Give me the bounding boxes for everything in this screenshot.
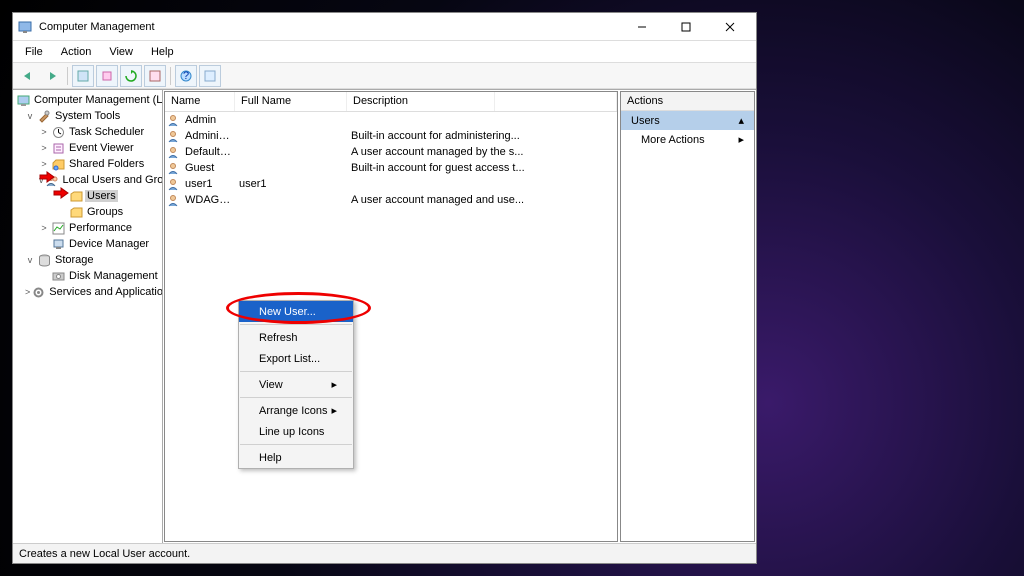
column-description[interactable]: Description bbox=[347, 92, 495, 111]
event-icon bbox=[51, 141, 65, 155]
toolbar-button-2[interactable] bbox=[96, 65, 118, 87]
minimize-button[interactable] bbox=[620, 14, 664, 40]
user-row[interactable]: GuestBuilt-in account for guest access t… bbox=[165, 160, 617, 176]
context-refresh[interactable]: Refresh bbox=[239, 327, 353, 348]
toolbar-button-1[interactable] bbox=[72, 65, 94, 87]
tree-item-services-and-applications[interactable]: >Services and Applications bbox=[13, 284, 162, 300]
refresh-button[interactable] bbox=[120, 65, 142, 87]
user-row[interactable]: AdministratorBuilt-in account for admini… bbox=[165, 128, 617, 144]
tree-item-device-manager[interactable]: Device Manager bbox=[13, 236, 162, 252]
forward-button[interactable] bbox=[41, 65, 63, 87]
toolbar-button-6[interactable] bbox=[199, 65, 221, 87]
menubar: File Action View Help bbox=[13, 41, 756, 63]
perf-icon bbox=[51, 221, 65, 235]
tree-item-groups[interactable]: Groups bbox=[13, 204, 162, 220]
tree-item-shared-folders[interactable]: >Shared Folders bbox=[13, 156, 162, 172]
expand-icon[interactable]: > bbox=[39, 127, 49, 137]
user-icon bbox=[167, 129, 183, 143]
tree-item-task-scheduler[interactable]: >Task Scheduler bbox=[13, 124, 162, 140]
list-body[interactable]: AdminAdministratorBuilt-in account for a… bbox=[165, 112, 617, 541]
expand-icon[interactable]: v bbox=[25, 111, 35, 121]
tree-item-performance[interactable]: >Performance bbox=[13, 220, 162, 236]
context-view[interactable]: View▸ bbox=[239, 374, 353, 395]
user-icon bbox=[167, 145, 183, 159]
submenu-arrow-icon: ▸ bbox=[331, 404, 337, 417]
list-panel: Name Full Name Description AdminAdminist… bbox=[164, 91, 618, 542]
mgmt-icon bbox=[17, 93, 30, 107]
user-row[interactable]: WDAGUtility...A user account managed and… bbox=[165, 192, 617, 208]
context-lineup[interactable]: Line up Icons bbox=[239, 421, 353, 442]
highlight-arrow-icon bbox=[53, 187, 69, 199]
user-row[interactable]: DefaultAcco...A user account managed by … bbox=[165, 144, 617, 160]
user-icon bbox=[167, 113, 183, 127]
user-icon bbox=[167, 177, 183, 191]
expand-icon[interactable]: > bbox=[25, 287, 30, 297]
disk-icon bbox=[51, 269, 65, 283]
folder-icon bbox=[69, 205, 83, 219]
context-help[interactable]: Help bbox=[239, 447, 353, 468]
menu-help[interactable]: Help bbox=[143, 44, 182, 60]
expand-icon[interactable]: > bbox=[39, 223, 49, 233]
user-row[interactable]: user1user1 bbox=[165, 176, 617, 192]
help-button-toolbar[interactable]: ? bbox=[175, 65, 197, 87]
device-icon bbox=[51, 237, 65, 251]
maximize-button[interactable] bbox=[664, 14, 708, 40]
expand-icon[interactable]: > bbox=[39, 143, 49, 153]
tree-item-storage[interactable]: vStorage bbox=[13, 252, 162, 268]
svg-text:?: ? bbox=[183, 70, 189, 82]
tree-item-disk-management[interactable]: Disk Management bbox=[13, 268, 162, 284]
services-icon bbox=[32, 285, 45, 299]
list-header: Name Full Name Description bbox=[165, 92, 617, 112]
status-text: Creates a new Local User account. bbox=[19, 548, 190, 560]
titlebar: Computer Management bbox=[13, 13, 756, 41]
actions-more[interactable]: More Actions ▸ bbox=[621, 130, 754, 149]
tree-item-users[interactable]: Users bbox=[13, 188, 162, 204]
folder-icon bbox=[69, 189, 83, 203]
actions-panel: Actions Users ▴ More Actions ▸ bbox=[620, 91, 755, 542]
expand-icon[interactable]: > bbox=[39, 159, 49, 169]
menu-file[interactable]: File bbox=[17, 44, 51, 60]
sched-icon bbox=[51, 125, 65, 139]
submenu-arrow-icon: ▸ bbox=[331, 378, 337, 391]
tree-item-computer-management-local[interactable]: Computer Management (Local bbox=[13, 92, 162, 108]
context-new-user[interactable]: New User... bbox=[239, 301, 353, 322]
actions-header: Actions bbox=[621, 92, 754, 111]
collapse-icon: ▴ bbox=[738, 114, 744, 127]
user-icon bbox=[167, 193, 183, 207]
toolbar: ? bbox=[13, 63, 756, 89]
toolbar-button-4[interactable] bbox=[144, 65, 166, 87]
user-row[interactable]: Admin bbox=[165, 112, 617, 128]
actions-users-header[interactable]: Users ▴ bbox=[621, 111, 754, 130]
user-icon bbox=[167, 161, 183, 175]
tools-icon bbox=[37, 109, 51, 123]
context-menu: New User... Refresh Export List... View▸… bbox=[238, 300, 354, 469]
tree-item-local-users-and-groups[interactable]: vLocal Users and Groups bbox=[13, 172, 162, 188]
context-export[interactable]: Export List... bbox=[239, 348, 353, 369]
menu-view[interactable]: View bbox=[101, 44, 141, 60]
computer-management-window: Computer Management File Action View Hel… bbox=[12, 12, 757, 564]
window-title: Computer Management bbox=[39, 21, 620, 33]
statusbar: Creates a new Local User account. bbox=[13, 543, 756, 563]
highlight-arrow-icon bbox=[39, 171, 55, 183]
tree-panel: Computer Management (LocalvSystem Tools>… bbox=[13, 90, 163, 543]
submenu-arrow-icon: ▸ bbox=[738, 133, 744, 146]
menu-action[interactable]: Action bbox=[53, 44, 100, 60]
context-arrange[interactable]: Arrange Icons▸ bbox=[239, 400, 353, 421]
storage-icon bbox=[37, 253, 51, 267]
column-name[interactable]: Name bbox=[165, 92, 235, 111]
tree-item-system-tools[interactable]: vSystem Tools bbox=[13, 108, 162, 124]
column-fullname[interactable]: Full Name bbox=[235, 92, 347, 111]
expand-icon[interactable]: v bbox=[25, 255, 35, 265]
app-icon bbox=[17, 19, 33, 35]
tree-item-event-viewer[interactable]: >Event Viewer bbox=[13, 140, 162, 156]
close-button[interactable] bbox=[708, 14, 752, 40]
back-button[interactable] bbox=[17, 65, 39, 87]
shared-icon bbox=[51, 157, 65, 171]
content-area: Computer Management (LocalvSystem Tools>… bbox=[13, 89, 756, 543]
